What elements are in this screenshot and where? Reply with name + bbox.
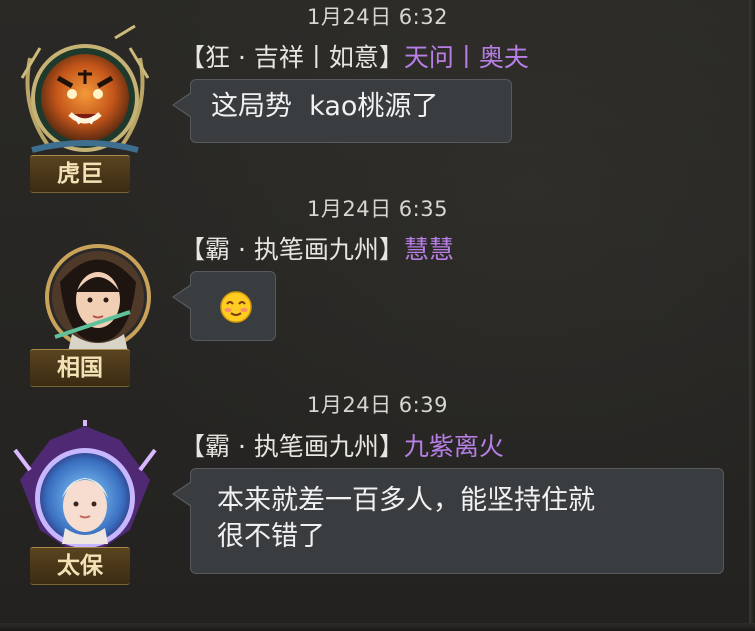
sender-name[interactable]: 九紫离火 (404, 432, 504, 461)
blush-smile-emoji-icon (220, 290, 252, 323)
message-bubble[interactable] (172, 271, 276, 341)
guild-tag: 【霸 · 执笔画九州】 (180, 235, 404, 264)
sender-line[interactable]: 【狂 · 吉祥丨如意】天问丨奥夫 (180, 38, 529, 74)
rank-badge: 相国 (30, 349, 130, 387)
message-text-line: 本来就差一百多人，能坚持住就 (217, 485, 595, 516)
panel-bottom-edge (0, 623, 755, 631)
message-bubble[interactable]: 本来就差一百多人，能坚持住就 很不错了 (172, 468, 724, 574)
message-timestamp: 1月24日 6:39 (307, 393, 448, 417)
guild-tag: 【霸 · 执笔画九州】 (180, 432, 404, 461)
message-text-line: 很不错了 (217, 521, 325, 552)
sender-line[interactable]: 【霸 · 执笔画九州】九紫离火 (180, 427, 504, 463)
sender-name[interactable]: 慧慧 (404, 235, 454, 264)
rank-badge: 虎巨 (30, 155, 130, 193)
sender-name[interactable]: 天问丨奥夫 (404, 43, 529, 72)
message-timestamp: 1月24日 6:35 (307, 197, 448, 221)
sender-line[interactable]: 【霸 · 执笔画九州】慧慧 (180, 230, 454, 266)
guild-tag: 【狂 · 吉祥丨如意】 (180, 43, 404, 72)
message-bubble[interactable]: 这局势 kao桃源了 (172, 79, 512, 143)
scrollbar-track[interactable] (749, 0, 755, 631)
rank-badge: 太保 (30, 547, 130, 585)
tiger-avatar-icon (20, 24, 150, 153)
portrait-avatar-icon (45, 244, 151, 352)
